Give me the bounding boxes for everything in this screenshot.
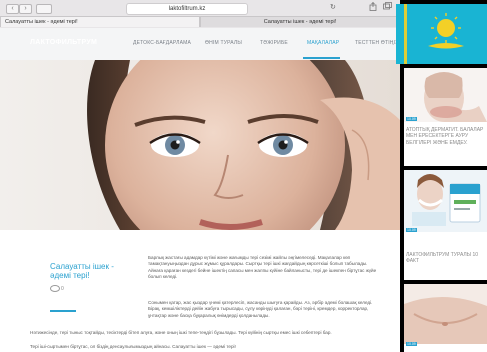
sidebar-card[interactable]: 10.09 АТОПТЫҚ ДЕРМАТИТ. БАЛАЛАР МЕН ЕРЕС… [404,68,487,166]
share-icon[interactable] [368,1,378,12]
date-badge: 10.09 [406,228,417,232]
nav-item-articles[interactable]: МАҚАЛАЛАР [307,40,339,46]
article-title: Салауатты ішек - әдемі тері! [50,262,114,280]
nav-item-detox[interactable]: ДЕТОКС-БАҒДАРЛАМА [133,40,191,46]
card-image [404,284,487,344]
card-title: АТОПТЫҚ ДЕРМАТИТ. БАЛАЛАР МЕН ЕРЕСЕКТЕРГ… [406,127,484,146]
site-header: ЛАКТОФИЛЬТРУМ ДЕТОКС-БАҒДАРЛАМА ӨНІМ ТУР… [0,28,400,60]
article-paragraph: Нәтижесінде, тері тыныс тоқтайды, тесікт… [30,330,332,335]
tabs-overview-icon[interactable] [382,2,392,12]
reload-icon[interactable]: ↻ [330,3,336,11]
hero-image [0,60,400,230]
date-badge: 10.09 [406,342,417,346]
forward-button[interactable]: › [19,4,32,14]
woman-portrait-image [0,60,400,230]
site-logo[interactable]: ЛАКТОФИЛЬТРУМ [30,39,97,46]
nav-item-test[interactable]: ТЕСТТЕН ӨТІҢІЗ [355,40,398,46]
nav-item-product[interactable]: ӨНІМ ТУРАЛЫ [205,40,242,46]
card-image [404,68,487,122]
url-text: laktofiltrum.kz [168,6,206,12]
sidebar-card[interactable]: 10.09 ЛАКТОФИЛЬТРУМ ТУРАЛЫ 10 ФАКТ [404,170,487,280]
chevron-right-icon: › [24,5,27,12]
article-section: Салауатты ішек - әдемі тері! 0 Барлық жа… [0,230,400,352]
address-bar[interactable]: laktofiltrum.kz [126,3,248,15]
active-nav-indicator [303,57,340,59]
date-badge: 10.09 [406,117,417,121]
card-title: ЛАКТОФИЛЬТРУМ ТУРАЛЫ 10 ФАКТ [406,252,479,265]
kazakhstan-flag-image [396,4,487,64]
back-button[interactable]: ‹ [6,4,19,14]
title-divider [50,310,76,312]
chevron-left-icon: ‹ [11,5,14,12]
tab-strip: Салауатты ішек - әдемі тері! Салауатты і… [0,15,400,28]
tab-current[interactable]: Салауатты ішек - әдемі тері! [0,16,200,27]
article-paragraph: Тері іші-сыртымен біртұтас, ол біздің де… [30,344,236,349]
browser-window: ‹ › laktofiltrum.kz ↻ Салауатты ішек - ә… [0,0,400,352]
article-paragraph: Барлық жастағы адамдар күтімі және жағым… [148,255,377,280]
article-paragraph: Сонымен қатар, жас қыздар үнемі қатерлес… [148,300,373,318]
card-image [404,170,487,232]
nav-item-experience[interactable]: ТӘЖІРИБЕ [260,40,288,46]
sidebar-card[interactable]: 10.09 [404,284,487,352]
tab-other[interactable]: Салауатты ішек - әдемі тері! [200,16,400,27]
view-count: 0 [61,286,64,292]
sidebar-toggle-button[interactable] [36,4,52,14]
browser-chrome: ‹ › laktofiltrum.kz ↻ Салауатты ішек - ә… [0,0,400,29]
